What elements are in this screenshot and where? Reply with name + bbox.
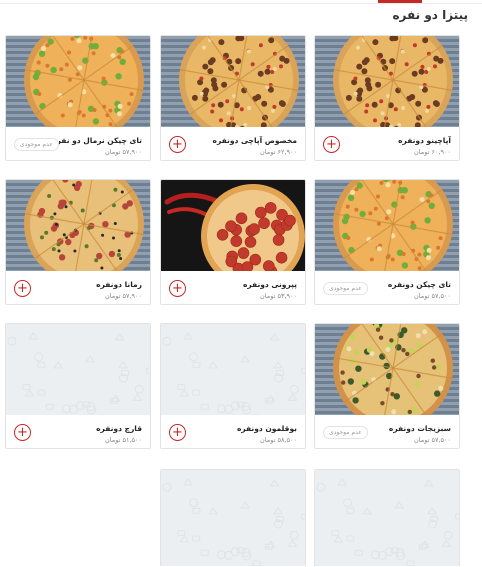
add-to-cart-button[interactable]: + [169,280,186,297]
product-price: ۵۳,۹۰۰ تومان [260,292,297,300]
plus-icon: + [17,425,28,440]
product-name: مخصوص آپاچی دونفره [212,136,297,145]
plus-icon: + [326,137,337,152]
product-image-placeholder [161,470,305,566]
product-card[interactable]: تای چیکن دونفره ۵۷,۵۰۰ تومان عدم موجودی [314,179,460,305]
plus-icon: + [17,281,28,296]
header-divider [0,3,482,4]
placeholder-pattern [161,470,305,566]
product-name: سبزیجات دونفره [388,424,451,433]
product-name: آپاچینو دونفره [398,136,451,145]
product-card[interactable]: بوقلمون دونفره ۵۸,۵۰۰ تومان + [160,323,306,449]
product-image-placeholder [315,470,459,566]
pizza-illustration [6,36,150,127]
product-card[interactable]: تای چیکن نرمال دو نفره ۵۷,۹۰۰ تومان عدم … [5,35,151,161]
product-name: رمانا دونفره [96,280,142,289]
pizza-illustration [315,324,459,415]
product-image [161,36,305,127]
add-to-cart-button[interactable]: + [14,424,31,441]
product-image-placeholder [6,324,150,415]
plus-icon: + [172,137,183,152]
product-price: ۵۷,۹۰۰ تومان [105,148,142,156]
pizza-illustration [161,36,305,127]
add-to-cart-button[interactable]: + [169,424,186,441]
product-price: ۵۷,۵۰۰ تومان [414,292,451,300]
product-card[interactable] [314,469,460,566]
placeholder-pattern [6,324,150,415]
unavailable-badge: عدم موجودی [323,282,368,295]
product-name: قارچ دونفره [96,424,142,433]
product-name: بوقلمون دونفره [236,424,297,433]
product-name: پپرونی دونفره [242,280,297,289]
section-title: پیتزا دو نفره [392,8,468,22]
product-image [6,36,150,127]
plus-icon: + [172,425,183,440]
unavailable-badge: عدم موجودی [323,426,368,439]
product-image [6,180,150,271]
add-to-cart-button[interactable]: + [169,136,186,153]
product-price: ۵۸,۵۰۰ تومان [260,436,297,444]
product-card[interactable]: پپرونی دونفره ۵۳,۹۰۰ تومان + [160,179,306,305]
unavailable-badge: عدم موجودی [14,138,59,151]
add-to-cart-button[interactable]: + [323,136,340,153]
product-price: ۵۷,۹۰۰ تومان [105,292,142,300]
pizza-illustration [161,180,305,271]
product-card[interactable]: قارچ دونفره ۵۱,۵۰۰ تومان + [5,323,151,449]
add-to-cart-button[interactable]: + [14,280,31,297]
product-image [315,324,459,415]
pizza-illustration [315,36,459,127]
product-card[interactable]: سبزیجات دونفره ۵۷,۵۰۰ تومان عدم موجودی [314,323,460,449]
product-card[interactable]: مخصوص آپاچی دونفره ۶۲,۹۰۰ تومان + [160,35,306,161]
placeholder-pattern [161,324,305,415]
product-price: ۶۰,۹۰۰ تومان [414,148,451,156]
product-price: ۵۷,۵۰۰ تومان [414,436,451,444]
product-price: ۶۲,۹۰۰ تومان [260,148,297,156]
product-price: ۵۱,۵۰۰ تومان [105,436,142,444]
product-image [161,180,305,271]
plus-icon: + [172,281,183,296]
placeholder-pattern [315,470,459,566]
pizza-illustration [6,180,150,271]
pizza-illustration [315,180,459,271]
product-image [315,36,459,127]
product-card[interactable] [160,469,306,566]
product-name: تای چیکن دونفره [387,280,451,289]
product-card[interactable]: آپاچینو دونفره ۶۰,۹۰۰ تومان + [314,35,460,161]
product-image-placeholder [161,324,305,415]
product-image [315,180,459,271]
product-grid: آپاچینو دونفره ۶۰,۹۰۰ تومان + مخصوص آپاچ… [5,35,460,567]
product-card[interactable]: رمانا دونفره ۵۷,۹۰۰ تومان + [5,179,151,305]
product-name: تای چیکن نرمال دو نفره [52,136,142,145]
